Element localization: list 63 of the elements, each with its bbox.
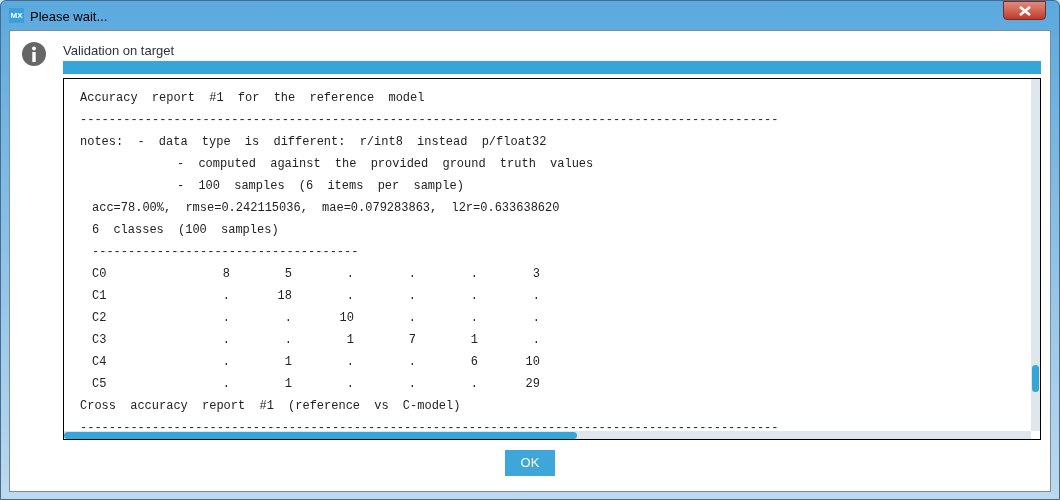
row-label: C4 [92,354,108,371]
matrix-value: 5 [283,266,292,283]
log-line: - 100 samples (6 items per sample) [177,178,464,195]
matrix-value: . [407,354,416,371]
log-line: - computed against the provided ground truth values [177,156,594,173]
vertical-scrollbar[interactable] [1031,79,1040,431]
matrix-value: 18 [276,288,292,305]
ok-button[interactable]: OK [505,450,555,476]
matrix-value: 7 [407,332,416,349]
log-line: Accuracy report #1 for the reference model [80,90,425,107]
matrix-value: . [221,288,230,305]
matrix-value: 1 [283,354,292,371]
row-label: C2 [92,310,108,327]
matrix-value: 1 [345,332,354,349]
matrix-value: . [469,266,478,283]
log-line: Cross accuracy report #1 (reference vs C-model) [80,398,461,415]
app-icon: MX [9,8,24,23]
info-icon [22,42,46,66]
matrix-value: . [221,354,230,371]
matrix-value: 10 [524,354,540,371]
log-line: ------------------------------------- [92,244,359,261]
matrix-value: . [469,310,478,327]
row-label: C1 [92,288,108,305]
close-icon [1018,5,1031,16]
matrix-value: 8 [221,266,230,283]
matrix-value: . [531,288,540,305]
log-line: notes: - data type is different: r/int8 instead p/float32 [80,134,547,151]
status-message: Validation on target [63,43,176,59]
matrix-value: . [283,332,292,349]
matrix-value: 1 [283,376,292,393]
row-label: C5 [92,376,108,393]
matrix-value: . [407,266,416,283]
matrix-value: 3 [531,266,540,283]
matrix-value: . [469,376,478,393]
window-title: Please wait... [30,8,108,26]
matrix-value: 6 [469,354,478,371]
matrix-value: . [345,354,354,371]
matrix-value: . [345,266,354,283]
log-line: 6 classes (100 samples) [92,222,279,239]
matrix-value: . [221,310,230,327]
matrix-value: . [531,310,540,327]
matrix-value: . [407,376,416,393]
matrix-value: . [469,288,478,305]
horizontal-scrollbar[interactable] [64,431,1031,439]
log-line: ------------------------------------------------------------------------------------------------- [80,112,779,129]
matrix-value: . [221,332,230,349]
row-label: C3 [92,332,108,349]
matrix-value: . [531,332,540,349]
matrix-value: . [221,376,230,393]
matrix-value: . [407,310,416,327]
scrollbar-thumb[interactable] [1032,365,1039,392]
log-line: acc=78.00%, rmse=0.242115036, mae=0.079283863, l2r=0.633638620 [92,200,560,217]
matrix-value: . [345,288,354,305]
matrix-value: . [407,288,416,305]
matrix-value: . [345,376,354,393]
scrollbar-thumb[interactable] [64,432,577,439]
matrix-value: 1 [469,332,478,349]
matrix-value: 29 [524,376,540,393]
matrix-value: 10 [338,310,354,327]
matrix-value: . [283,310,292,327]
log-line: ------------------------------------------------------------------------------------------------- [80,420,779,431]
close-button[interactable] [1003,1,1046,20]
row-label: C0 [92,266,108,283]
